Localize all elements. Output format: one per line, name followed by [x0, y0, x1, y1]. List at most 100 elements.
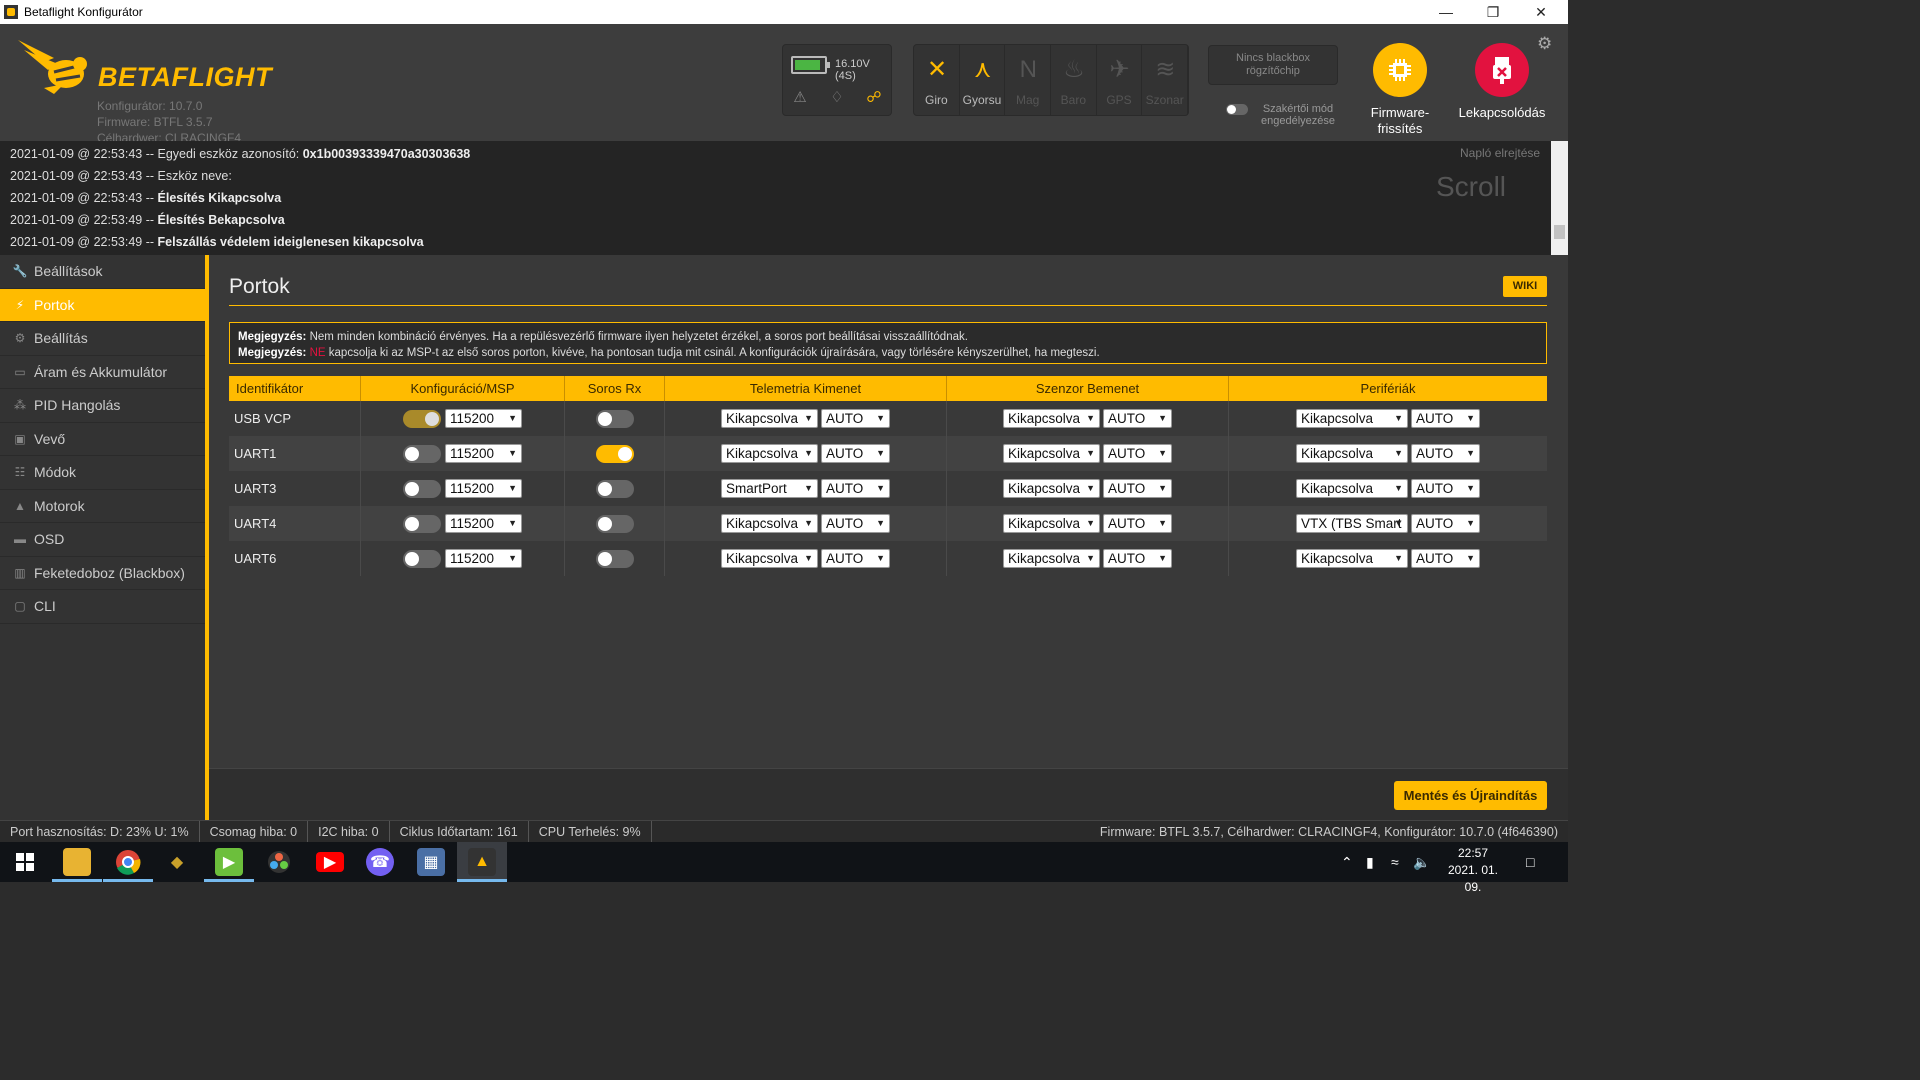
- peripheral-select[interactable]: Kikapcsolva: [1296, 549, 1408, 568]
- taskbar-clock[interactable]: 22:57 2021. 01. 09.: [1438, 845, 1508, 896]
- betaflight-taskbar-icon[interactable]: ▲: [457, 848, 507, 882]
- log-scrollbar[interactable]: [1551, 141, 1568, 255]
- msp-toggle[interactable]: [403, 444, 441, 463]
- peripheral-select[interactable]: Kikapcsolva: [1296, 444, 1408, 463]
- peripheral-baud-select[interactable]: AUTO: [1411, 549, 1480, 568]
- fruit-app-icon[interactable]: ◆: [163, 848, 191, 876]
- tray-chevron-icon[interactable]: ⌃: [1341, 842, 1353, 882]
- msp-baud-select[interactable]: 115200: [445, 549, 522, 568]
- plug-icon: ⚡: [15, 297, 25, 312]
- blackbox-status-line1: Nincs blackbox: [1236, 52, 1310, 64]
- serial-rx-toggle[interactable]: [595, 479, 634, 498]
- sensor-select[interactable]: Kikapcsolva: [1003, 479, 1100, 498]
- sidebar-item-label: Vevő: [34, 430, 66, 447]
- youtube-icon[interactable]: ▶: [316, 852, 344, 872]
- sidebar-item-motorok[interactable]: ▲ Motorok: [0, 490, 205, 523]
- telemetry-baud-select[interactable]: AUTO: [821, 409, 890, 428]
- tray-wifi-icon[interactable]: ≈: [1391, 842, 1399, 882]
- telemetry-select[interactable]: Kikapcsolva: [721, 444, 818, 463]
- telemetry-select[interactable]: Kikapcsolva: [721, 549, 818, 568]
- serial-rx-toggle[interactable]: [595, 549, 634, 568]
- msp-baud-select[interactable]: 115200: [445, 444, 522, 463]
- peripheral-baud-select[interactable]: AUTO: [1411, 444, 1480, 463]
- serial-rx-toggle[interactable]: [595, 444, 634, 463]
- sidebar-item-beállítás[interactable]: ⚙ Beállítás: [0, 322, 205, 356]
- sidebar-item-vevő[interactable]: ▣ Vevő: [0, 423, 205, 456]
- sensor-cell: KikapcsolvaAUTO: [947, 506, 1229, 541]
- msp-baud-select[interactable]: 115200: [445, 409, 522, 428]
- sensor-baud-select[interactable]: AUTO: [1103, 514, 1172, 533]
- peripheral-baud-select[interactable]: AUTO: [1411, 479, 1480, 498]
- sidebar-item-portok[interactable]: ⚡ Portok: [0, 288, 205, 322]
- msp-toggle[interactable]: [403, 479, 441, 498]
- telemetry-baud-select[interactable]: AUTO: [821, 479, 890, 498]
- msp-toggle[interactable]: [403, 549, 441, 568]
- wiki-button[interactable]: WIKI: [1503, 276, 1547, 297]
- sensor-select[interactable]: Kikapcsolva: [1003, 549, 1100, 568]
- msp-baud-select[interactable]: 115200: [445, 514, 522, 533]
- telemetry-baud-select[interactable]: AUTO: [821, 444, 890, 463]
- notification-center-icon[interactable]: □: [1526, 842, 1534, 882]
- log-line-text: 2021-01-09 @ 22:53:49 --: [10, 213, 158, 227]
- serial-rx-cell: [565, 436, 665, 471]
- msp-toggle[interactable]: [403, 514, 441, 533]
- telemetry-baud-select[interactable]: AUTO: [821, 514, 890, 533]
- serial-rx-toggle[interactable]: [595, 409, 634, 428]
- peripheral-select[interactable]: Kikapcsolva: [1296, 479, 1408, 498]
- hide-log-link[interactable]: Napló elrejtése: [1460, 146, 1540, 160]
- sensor-label: Giro: [925, 93, 948, 107]
- restore-button[interactable]: ❐: [1470, 0, 1516, 24]
- media-app-icon[interactable]: ▶: [204, 848, 254, 882]
- chrome-icon[interactable]: [103, 848, 153, 882]
- sidebar-item-feketedoboz-blackbox-[interactable]: ▥ Feketedoboz (Blackbox): [0, 557, 205, 590]
- peripheral-baud-select[interactable]: AUTO: [1411, 409, 1480, 428]
- battery-status-panel: 16.10V (4S) ⚠ ♢ ☍: [782, 44, 892, 116]
- sensor-select[interactable]: Kikapcsolva: [1003, 514, 1100, 533]
- sidebar-item-pid-hangolás[interactable]: ⁂ PID Hangolás: [0, 389, 205, 423]
- expert-mode-toggle[interactable]: Szakértői mód engedélyezése: [1226, 103, 1356, 127]
- sensor-label: GPS: [1106, 93, 1132, 107]
- peripheral-select[interactable]: Kikapcsolva: [1296, 409, 1408, 428]
- peripheral-select[interactable]: VTX (TBS Smart: [1296, 514, 1408, 533]
- start-button-icon[interactable]: [11, 848, 39, 876]
- sidebar-item-beállítások[interactable]: 🔧 Beállítások: [0, 255, 205, 289]
- sidebar-item-cli[interactable]: ▢ CLI: [0, 590, 205, 624]
- close-button[interactable]: ✕: [1518, 0, 1564, 24]
- version-info: Firmware: BTFL 3.5.7, Célhardwer: CLRACI…: [1099, 825, 1558, 839]
- sensor-select[interactable]: Kikapcsolva: [1003, 444, 1100, 463]
- firmware-flasher-label-line2: frissítés: [1377, 121, 1423, 136]
- firmware-flasher-button[interactable]: Firmware- frissítés: [1350, 43, 1450, 137]
- telemetry-select[interactable]: Kikapcsolva: [721, 514, 818, 533]
- table-row: USB VCP115200KikapcsolvaAUTOKikapcsolvaA…: [229, 401, 1547, 436]
- tray-battery-icon[interactable]: ▮: [1366, 842, 1374, 882]
- settings-gear-icon[interactable]: ⚙: [1537, 34, 1552, 54]
- sidebar-item-áram-és-akkumulátor[interactable]: ▭ Áram és Akkumulátor: [0, 356, 205, 389]
- sensor-baud-select[interactable]: AUTO: [1103, 479, 1172, 498]
- msp-toggle[interactable]: [403, 409, 441, 428]
- sensor-select[interactable]: Kikapcsolva: [1003, 409, 1100, 428]
- file-explorer-icon[interactable]: [52, 848, 102, 882]
- expert-mode-switch[interactable]: [1226, 104, 1248, 115]
- minimize-button[interactable]: —: [1423, 0, 1469, 24]
- telemetry-baud-select[interactable]: AUTO: [821, 549, 890, 568]
- sensor-baud-select[interactable]: AUTO: [1103, 444, 1172, 463]
- sensor-baud-select[interactable]: AUTO: [1103, 549, 1172, 568]
- sensor-baud-select[interactable]: AUTO: [1103, 409, 1172, 428]
- sidebar-item-módok[interactable]: ☷ Módok: [0, 456, 205, 490]
- viber-icon[interactable]: ☎: [366, 848, 394, 876]
- peripheral-cell: VTX (TBS SmartAUTO: [1229, 506, 1547, 541]
- sidebar-item-osd[interactable]: ▬ OSD: [0, 523, 205, 557]
- telemetry-cell: KikapcsolvaAUTO: [665, 506, 947, 541]
- tray-volume-icon[interactable]: 🔈: [1413, 842, 1430, 882]
- davinci-resolve-icon[interactable]: [265, 848, 293, 876]
- log-scrollbar-thumb[interactable]: [1554, 225, 1565, 239]
- msp-baud-select[interactable]: 115200: [445, 479, 522, 498]
- serial-rx-toggle[interactable]: [595, 514, 634, 533]
- telemetry-select[interactable]: Kikapcsolva: [721, 409, 818, 428]
- peripheral-baud-select[interactable]: AUTO: [1411, 514, 1480, 533]
- sensor-cell: KikapcsolvaAUTO: [947, 471, 1229, 506]
- save-and-reboot-button[interactable]: Mentés és Újraindítás: [1394, 781, 1547, 810]
- disconnect-button[interactable]: Lekapcsolódás: [1452, 43, 1552, 121]
- telemetry-select[interactable]: SmartPort: [721, 479, 818, 498]
- calculator-icon[interactable]: ▦: [417, 848, 445, 876]
